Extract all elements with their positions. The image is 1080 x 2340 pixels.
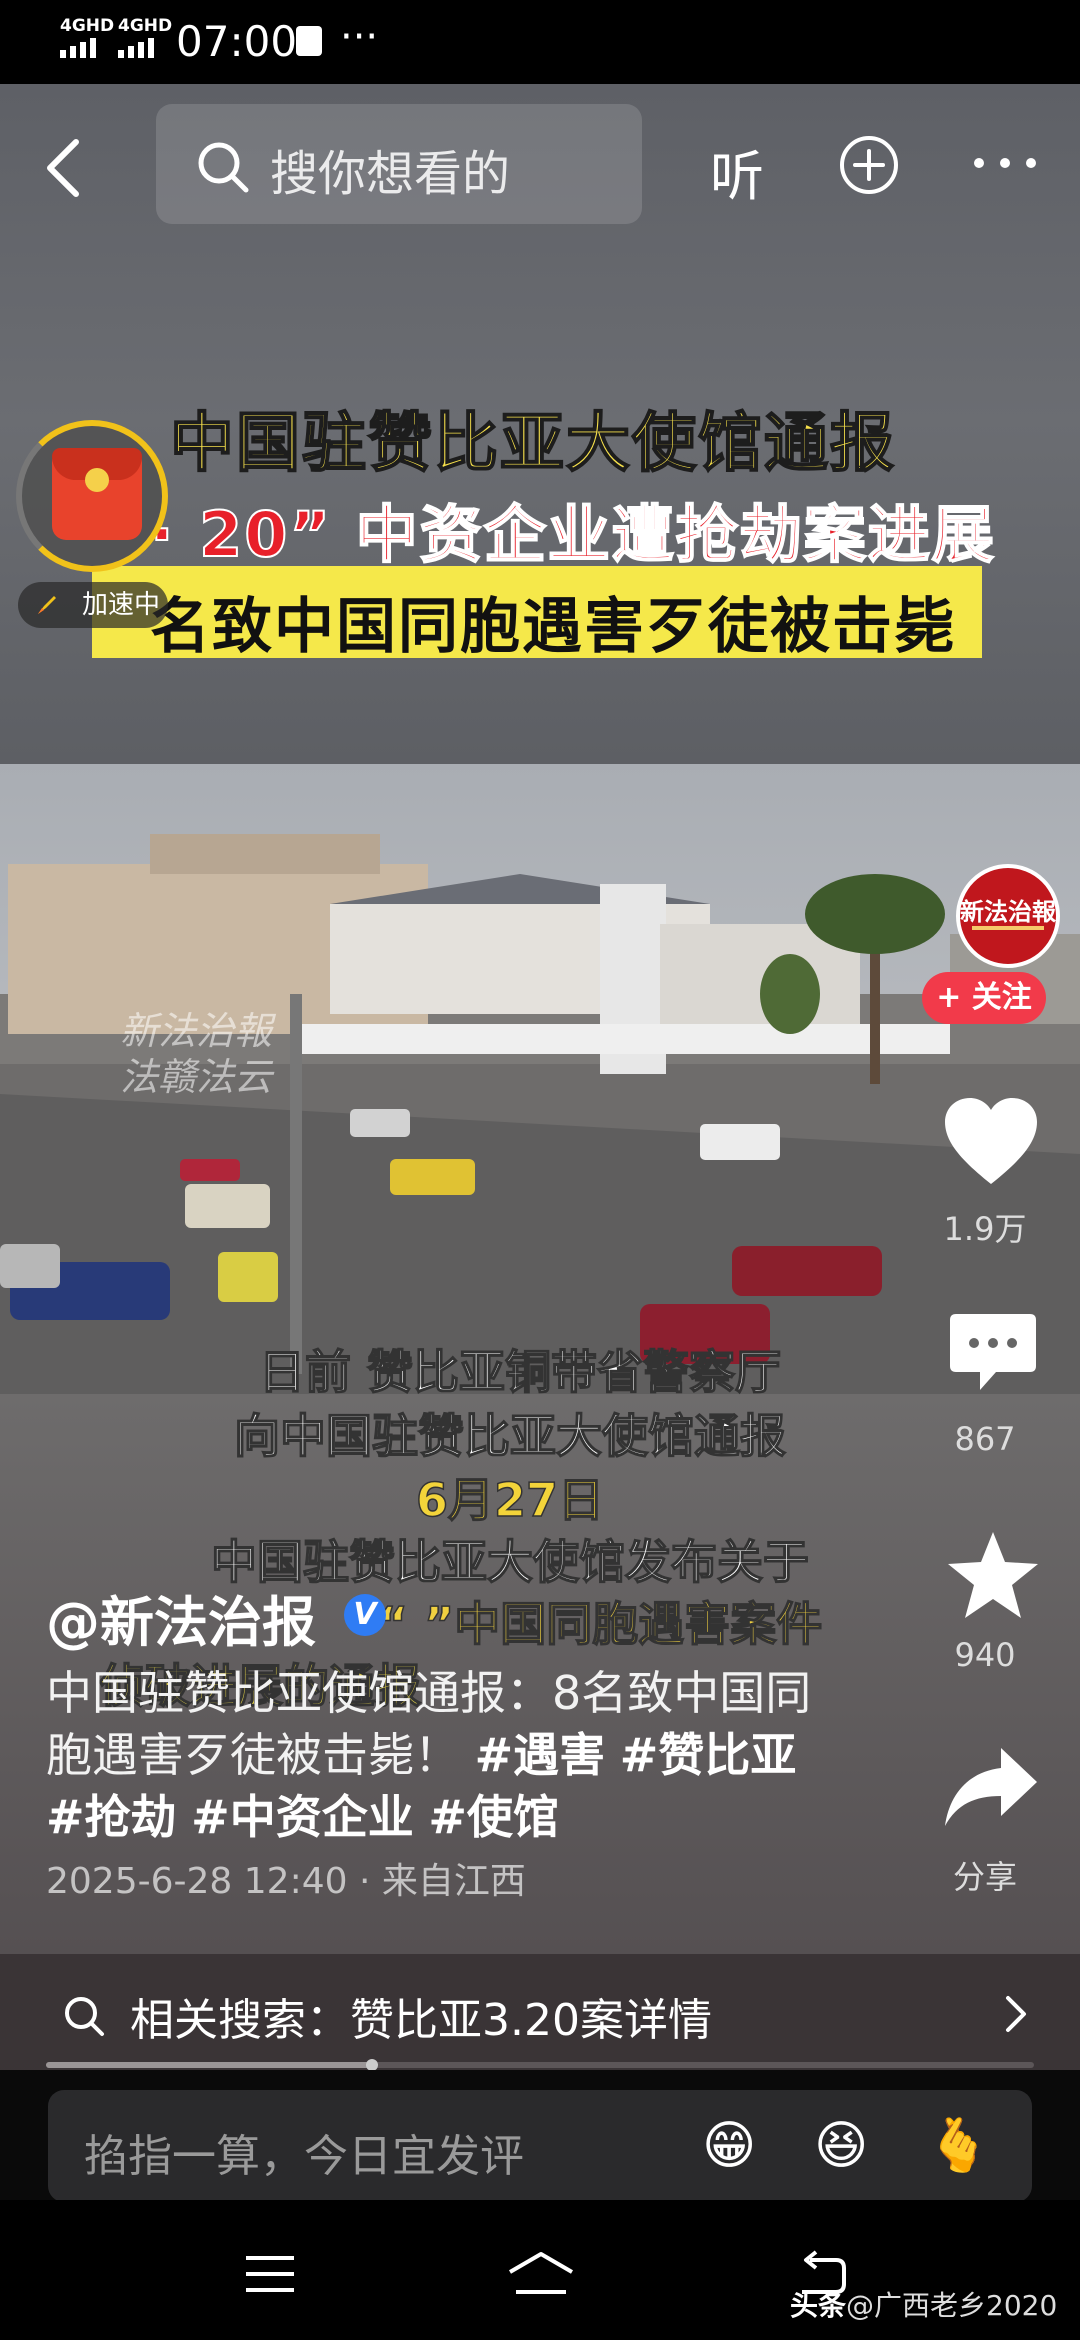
status-overflow: ··· (340, 14, 379, 60)
author-avatar[interactable]: 新法治報 (956, 864, 1060, 968)
hashtag[interactable]: #抢劫 (46, 1790, 177, 1844)
subtitle-line-3: 6月27日 (415, 1472, 605, 1528)
follow-button[interactable]: + 关注 (922, 972, 1046, 1024)
listen-button[interactable]: 听 (710, 132, 764, 211)
search-input[interactable]: 搜你想看的 (156, 104, 642, 224)
home-icon[interactable] (506, 2250, 576, 2296)
notification-check-icon (296, 26, 322, 56)
network-indicator-1: 4GHD (60, 16, 115, 36)
subtitle-line-1: 日前 赞比亚铜带省警察厅 (258, 1344, 782, 1400)
post-source: 来自江西 (381, 1861, 526, 1902)
share-icon[interactable] (936, 1746, 1046, 1830)
search-icon (65, 1997, 104, 2036)
more-icon[interactable] (972, 156, 1038, 170)
signal-icon (60, 38, 96, 58)
related-search-text: 相关搜索：赞比亚3.20案详情 (130, 1995, 712, 2046)
laugh-emoji-icon[interactable]: 😆 (814, 2118, 868, 2174)
comment-count: 867 (954, 1420, 1016, 1458)
clock: 07:00 (176, 17, 298, 66)
video-watermark: 新法治報 法赣法云 (120, 1009, 273, 1099)
headline-line-3: 名致中国同胞遇害歹徒被击毙 (150, 592, 956, 662)
search-icon (198, 142, 249, 193)
signal-icon-2 (118, 38, 154, 58)
back-icon[interactable] (44, 138, 84, 198)
headline-line-1: 中国驻赞比亚大使馆通报 (169, 406, 896, 482)
comment-input[interactable]: 掐指一算，今日宜发评 😁 😆 🫰 (48, 2090, 1032, 2202)
search-placeholder: 搜你想看的 (270, 146, 511, 202)
comment-icon[interactable] (938, 1310, 1048, 1394)
status-bar: 4GHD 4GHD 07:00 ··· (0, 0, 1080, 84)
like-icon[interactable] (936, 1096, 1046, 1188)
hashtag[interactable]: #赞比亚 (620, 1728, 797, 1782)
hashtag[interactable]: #遇害 (475, 1728, 606, 1782)
video-progress-bar[interactable] (46, 2059, 1034, 2071)
hashtag[interactable]: #中资企业 (191, 1790, 414, 1844)
author-name[interactable]: @新法治报 (46, 1578, 316, 1657)
source-credit: 头条@广西老乡2020 (790, 2289, 1058, 2322)
video-description[interactable]: 中国驻赞比亚使馆通报：8名致中国同胞遇害歹徒被击毙！ #遇害 #赞比亚 #抢劫 … (46, 1662, 826, 1848)
grin-emoji-icon[interactable]: 😁 (702, 2118, 756, 2174)
favorite-star-icon[interactable] (938, 1530, 1048, 1620)
red-packet-label[interactable]: 加速中 (18, 582, 168, 628)
related-search-bar[interactable]: 相关搜索：赞比亚3.20案详情 (0, 1954, 1080, 2070)
favorite-count: 940 (954, 1636, 1016, 1674)
comment-placeholder: 掐指一算，今日宜发评 (84, 2131, 524, 2182)
menu-icon[interactable] (244, 2254, 296, 2294)
network-indicator-2: 4GHD (118, 16, 173, 36)
add-icon[interactable] (838, 134, 900, 196)
chevron-right-icon (1006, 1996, 1026, 2032)
post-meta: 2025-6-28 12:40 · 来自江西 (46, 1861, 526, 1902)
subtitle-line-2: 向中国驻赞比亚大使馆通报 (233, 1408, 787, 1464)
rocket-icon (38, 596, 56, 614)
verified-badge: V (344, 1594, 386, 1636)
post-date: 2025-6-28 12:40 (46, 1861, 348, 1902)
finger-heart-emoji-icon[interactable]: 🫰 (926, 2118, 991, 2174)
like-count: 1.9万 (943, 1210, 1027, 1248)
hashtag[interactable]: #使馆 (428, 1790, 559, 1844)
share-label[interactable]: 分享 (930, 1852, 1040, 1898)
red-packet-icon[interactable] (52, 448, 142, 540)
headline-line-2: · 20” 中资企业遭抢劫案进展 (149, 497, 996, 572)
